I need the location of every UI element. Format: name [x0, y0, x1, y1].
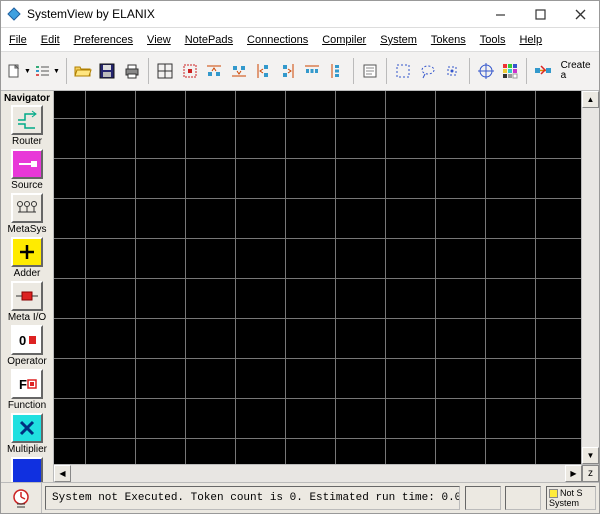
menubar: File Edit Preferences View NotePads Conn… — [1, 28, 599, 52]
grid-icon — [157, 63, 173, 79]
save-button[interactable] — [96, 57, 119, 85]
align-right-icon — [280, 63, 296, 79]
status-message: System not Executed. Token count is 0. E… — [45, 486, 460, 510]
create-button[interactable]: Create a — [557, 57, 595, 85]
distribute-h-button[interactable] — [301, 57, 324, 85]
nav-item-operator[interactable]: 0 Operator — [3, 325, 51, 367]
svg-text:F: F — [19, 377, 27, 392]
io-icon — [15, 288, 39, 304]
point-select-button[interactable] — [441, 57, 464, 85]
nav-item-function[interactable]: F Function — [3, 369, 51, 411]
menu-system[interactable]: System — [380, 34, 417, 46]
zoom-indicator[interactable]: z — [582, 465, 599, 482]
menu-tokens[interactable]: Tokens — [431, 34, 466, 46]
open-button[interactable] — [72, 57, 95, 85]
scroll-left-button[interactable]: ◀ — [54, 465, 71, 482]
new-button[interactable]: ▼ — [5, 57, 32, 85]
align-left-icon — [255, 63, 271, 79]
nav-item-sink[interactable] — [3, 457, 51, 482]
function-icon: F — [15, 374, 39, 394]
titlebar: SystemView by ELANIX — [1, 1, 599, 28]
toolbar: ▼ ▼ — [1, 52, 599, 91]
menu-notepads[interactable]: NotePads — [185, 34, 233, 46]
status-box-1 — [465, 486, 501, 510]
status-run-icon[interactable] — [1, 483, 42, 513]
nav-item-multiplier[interactable]: Multiplier — [3, 413, 51, 455]
maximize-button[interactable] — [527, 5, 553, 23]
design-canvas[interactable] — [54, 91, 581, 464]
nav-item-adder[interactable]: Adder — [3, 237, 51, 279]
status-system-box: Not S System — [546, 486, 596, 510]
menu-edit[interactable]: Edit — [41, 34, 60, 46]
menu-file[interactable]: File — [9, 34, 27, 46]
nav-item-router[interactable]: Router — [3, 105, 51, 147]
print-button[interactable] — [121, 57, 144, 85]
source-icon — [15, 154, 39, 174]
lasso-button[interactable] — [417, 57, 440, 85]
lasso-icon — [420, 63, 436, 79]
target-button[interactable] — [474, 57, 497, 85]
menu-preferences[interactable]: Preferences — [74, 34, 133, 46]
list-icon — [35, 64, 51, 78]
align-bottom-icon — [231, 63, 247, 79]
metasys-icon — [15, 199, 39, 217]
distribute-v-button[interactable] — [325, 57, 348, 85]
align-right-button[interactable] — [276, 57, 299, 85]
close-button[interactable] — [567, 5, 593, 23]
recent-button[interactable]: ▼ — [34, 57, 61, 85]
statusbar: System not Executed. Token count is 0. E… — [1, 482, 599, 513]
nav-item-metasys[interactable]: MetaSys — [3, 193, 51, 235]
align-top-icon — [206, 63, 222, 79]
palette-button[interactable] — [499, 57, 522, 85]
grid-button[interactable] — [154, 57, 177, 85]
navigator-title: Navigator — [4, 92, 50, 105]
distribute-h-icon — [304, 63, 320, 79]
align-bottom-button[interactable] — [227, 57, 250, 85]
distribute-v-icon — [329, 63, 345, 79]
marquee-button[interactable] — [392, 57, 415, 85]
menu-tools[interactable]: Tools — [480, 34, 506, 46]
status-box-2 — [505, 486, 541, 510]
notepad-icon — [362, 63, 378, 79]
router-icon — [15, 110, 39, 130]
menu-compiler[interactable]: Compiler — [322, 34, 366, 46]
printer-icon — [123, 63, 141, 79]
status-led-icon — [549, 489, 558, 498]
window-title: SystemView by ELANIX — [27, 7, 487, 21]
crosshair-dashed-icon — [444, 63, 460, 79]
select-button[interactable] — [178, 57, 201, 85]
menu-help[interactable]: Help — [519, 34, 542, 46]
folder-open-icon — [74, 63, 92, 79]
minimize-button[interactable] — [487, 5, 513, 23]
menu-connections[interactable]: Connections — [247, 34, 308, 46]
scroll-down-button[interactable]: ▼ — [582, 447, 599, 464]
color-grid-icon — [502, 63, 518, 79]
vertical-scrollbar[interactable]: ▲ ▼ — [581, 91, 599, 464]
marquee-icon — [395, 63, 411, 79]
menu-view[interactable]: View — [147, 34, 171, 46]
canvas-area: ▲ ▼ ◀ ▶ z — [54, 91, 599, 482]
plus-icon — [17, 242, 37, 262]
nav-item-source[interactable]: Source — [3, 149, 51, 191]
horizontal-scrollbar[interactable]: ◀ ▶ z — [54, 464, 599, 482]
align-top-button[interactable] — [203, 57, 226, 85]
app-window: SystemView by ELANIX File Edit Preferenc… — [0, 0, 600, 514]
multiply-icon — [17, 418, 37, 438]
align-left-button[interactable] — [252, 57, 275, 85]
select-icon — [182, 63, 198, 79]
operator-icon: 0 — [15, 330, 39, 350]
scroll-right-button[interactable]: ▶ — [565, 465, 582, 482]
svg-text:0: 0 — [19, 333, 26, 348]
page-icon — [6, 63, 22, 79]
notepad-button[interactable] — [359, 57, 382, 85]
app-icon — [7, 7, 21, 21]
floppy-icon — [99, 63, 115, 79]
nav-item-metaio[interactable]: Meta I/O — [3, 281, 51, 323]
crosshair-icon — [477, 62, 495, 80]
scroll-up-button[interactable]: ▲ — [582, 91, 599, 108]
connect-icon — [534, 63, 552, 79]
body: Navigator Router Source MetaSys Adder Me… — [1, 91, 599, 482]
navigator-panel: Navigator Router Source MetaSys Adder Me… — [1, 91, 54, 482]
connect-button[interactable] — [532, 57, 555, 85]
